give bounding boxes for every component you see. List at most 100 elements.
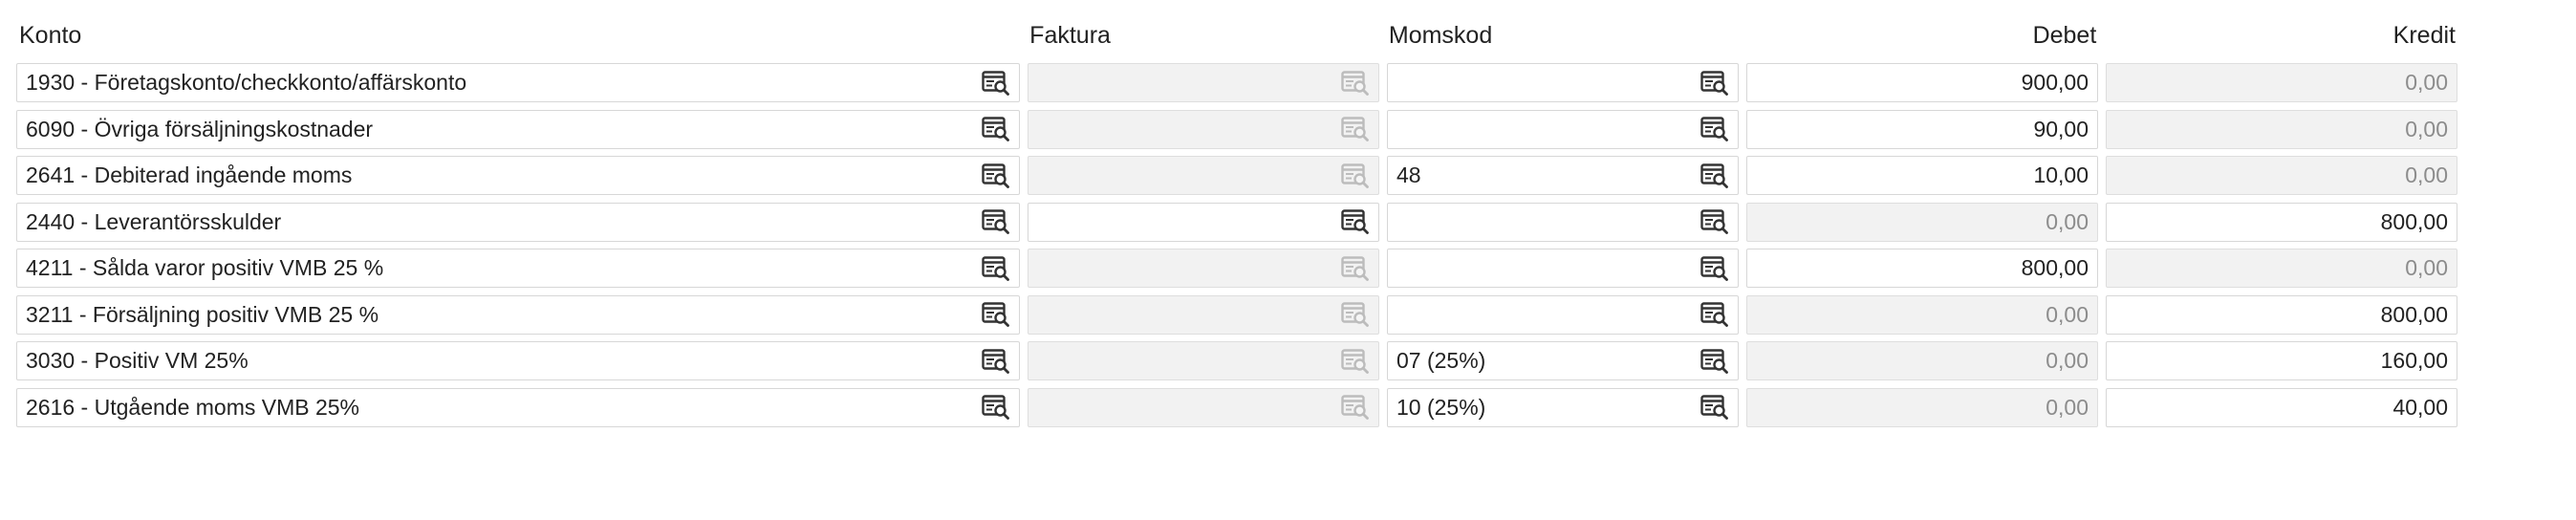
faktura-field (1028, 387, 1379, 427)
konto-lookup-icon[interactable] (982, 70, 1010, 96)
momskod-lookup-icon[interactable] (1700, 209, 1729, 234)
column-header-debet: Debet (2032, 21, 2097, 49)
momskod-field[interactable]: 10 (25%) (1387, 387, 1739, 427)
debet-value[interactable]: 900,00 (2022, 70, 2097, 96)
konto-value[interactable]: 3211 - Försäljning positiv VMB 25 % (17, 302, 982, 328)
konto-field[interactable]: 3030 - Positiv VM 25% (16, 341, 1020, 380)
momskod-lookup-icon[interactable] (1700, 395, 1729, 420)
faktura-lookup-icon (1341, 70, 1370, 96)
column-header-faktura: Faktura (1029, 21, 1111, 49)
debet-field[interactable]: 900,00 (1746, 63, 2098, 102)
konto-lookup-icon[interactable] (982, 255, 1010, 281)
momskod-lookup-icon[interactable] (1700, 255, 1729, 281)
kredit-field[interactable]: 800,00 (2106, 202, 2457, 242)
konto-value[interactable]: 2440 - Leverantörsskulder (17, 209, 982, 235)
kredit-value[interactable]: 40,00 (2392, 395, 2457, 421)
konto-lookup-icon[interactable] (982, 117, 1010, 141)
faktura-lookup-icon (1341, 162, 1370, 188)
faktura-field (1028, 63, 1379, 102)
debet-value: 0,00 (2046, 394, 2089, 420)
kredit-field: 0,00 (2106, 249, 2457, 288)
momskod-value[interactable]: 07 (25%) (1388, 348, 1700, 374)
momskod-lookup-icon[interactable] (1700, 70, 1729, 96)
konto-field[interactable]: 2440 - Leverantörsskulder (16, 202, 1020, 242)
faktura-lookup-icon[interactable] (1341, 209, 1370, 234)
kredit-value: 0,00 (2405, 70, 2448, 95)
debet-value[interactable]: 10,00 (2033, 162, 2097, 188)
debet-field[interactable]: 800,00 (1746, 249, 2098, 288)
faktura-lookup-icon (1341, 255, 1370, 281)
konto-field[interactable]: 4211 - Sålda varor positiv VMB 25 % (16, 249, 1020, 288)
table-row: 1930 - Företagskonto/checkkonto/affärsko… (16, 63, 2463, 102)
momskod-field[interactable] (1387, 294, 1739, 335)
debet-field: 0,00 (1746, 341, 2098, 380)
table-row: 6090 - Övriga försäljningskostnader 90,0… (16, 109, 2463, 149)
debet-value[interactable]: 90,00 (2033, 117, 2097, 142)
konto-value[interactable]: 2641 - Debiterad ingående moms (17, 162, 982, 188)
kredit-field: 0,00 (2106, 63, 2457, 102)
momskod-field[interactable] (1387, 63, 1739, 102)
momskod-lookup-icon[interactable] (1700, 117, 1729, 141)
konto-value[interactable]: 2616 - Utgående moms VMB 25% (17, 395, 982, 421)
debet-field[interactable]: 10,00 (1746, 156, 2098, 195)
faktura-field (1028, 156, 1379, 195)
faktura-field (1028, 249, 1379, 288)
debet-value: 0,00 (2046, 208, 2089, 234)
table-row: 2616 - Utgående moms VMB 25% 10 (25%) 0,… (16, 387, 2463, 427)
kredit-field[interactable]: 800,00 (2106, 294, 2457, 335)
verification-rows-table: Konto Faktura Momskod Debet Kredit 1930 … (16, 13, 2463, 434)
konto-lookup-icon[interactable] (982, 209, 1010, 234)
faktura-field (1028, 341, 1379, 380)
table-row: 2641 - Debiterad ingående moms 48 10,00 0… (16, 156, 2463, 195)
konto-lookup-icon[interactable] (982, 162, 1010, 188)
konto-value[interactable]: 6090 - Övriga försäljningskostnader (17, 117, 982, 142)
table-header: Konto Faktura Momskod Debet Kredit (16, 13, 2463, 57)
kredit-field[interactable]: 160,00 (2106, 341, 2457, 380)
konto-value[interactable]: 3030 - Positiv VM 25% (17, 348, 982, 374)
table-body: 1930 - Företagskonto/checkkonto/affärsko… (16, 63, 2463, 427)
kredit-field: 0,00 (2106, 109, 2457, 149)
konto-value[interactable]: 1930 - Företagskonto/checkkonto/affärsko… (17, 70, 982, 96)
kredit-value: 0,00 (2405, 116, 2448, 141)
debet-field: 0,00 (1746, 202, 2098, 242)
faktura-lookup-icon (1341, 302, 1370, 327)
table-row: 3030 - Positiv VM 25% 07 (25%) 0,00 160,0… (16, 341, 2463, 380)
momskod-value[interactable]: 48 (1388, 162, 1700, 188)
konto-field[interactable]: 1930 - Företagskonto/checkkonto/affärsko… (16, 63, 1020, 102)
konto-value[interactable]: 4211 - Sålda varor positiv VMB 25 % (17, 255, 982, 281)
momskod-lookup-icon[interactable] (1700, 302, 1729, 327)
momskod-field[interactable]: 07 (25%) (1387, 341, 1739, 380)
momskod-value[interactable]: 10 (25%) (1388, 395, 1700, 421)
kredit-value[interactable]: 800,00 (2381, 302, 2457, 328)
momskod-field[interactable]: 48 (1387, 156, 1739, 195)
faktura-field[interactable] (1028, 202, 1379, 242)
debet-field: 0,00 (1746, 387, 2098, 427)
momskod-field[interactable] (1387, 202, 1739, 242)
debet-field: 0,00 (1746, 294, 2098, 335)
momskod-lookup-icon[interactable] (1700, 162, 1729, 188)
table-row: 3211 - Försäljning positiv VMB 25 % 0,00… (16, 294, 2463, 335)
momskod-lookup-icon[interactable] (1700, 348, 1729, 374)
faktura-lookup-icon (1341, 395, 1370, 420)
table-row: 4211 - Sålda varor positiv VMB 25 % 800,… (16, 249, 2463, 288)
debet-value[interactable]: 800,00 (2022, 255, 2097, 281)
debet-value: 0,00 (2046, 348, 2089, 373)
kredit-field[interactable]: 40,00 (2106, 387, 2457, 427)
konto-lookup-icon[interactable] (982, 302, 1010, 327)
konto-field[interactable]: 3211 - Försäljning positiv VMB 25 % (16, 294, 1020, 335)
faktura-field (1028, 109, 1379, 149)
kredit-value: 0,00 (2405, 255, 2448, 280)
kredit-value[interactable]: 160,00 (2381, 348, 2457, 374)
konto-field[interactable]: 2641 - Debiterad ingående moms (16, 156, 1020, 195)
debet-field[interactable]: 90,00 (1746, 109, 2098, 149)
momskod-field[interactable] (1387, 109, 1739, 149)
konto-lookup-icon[interactable] (982, 348, 1010, 374)
table-row: 2440 - Leverantörsskulder 0,00 800,00 (16, 202, 2463, 242)
kredit-value[interactable]: 800,00 (2381, 209, 2457, 235)
konto-field[interactable]: 6090 - Övriga försäljningskostnader (16, 109, 1020, 149)
column-header-momskod: Momskod (1388, 21, 1493, 49)
faktura-lookup-icon (1341, 348, 1370, 374)
momskod-field[interactable] (1387, 249, 1739, 288)
konto-lookup-icon[interactable] (982, 395, 1010, 420)
konto-field[interactable]: 2616 - Utgående moms VMB 25% (16, 387, 1020, 427)
